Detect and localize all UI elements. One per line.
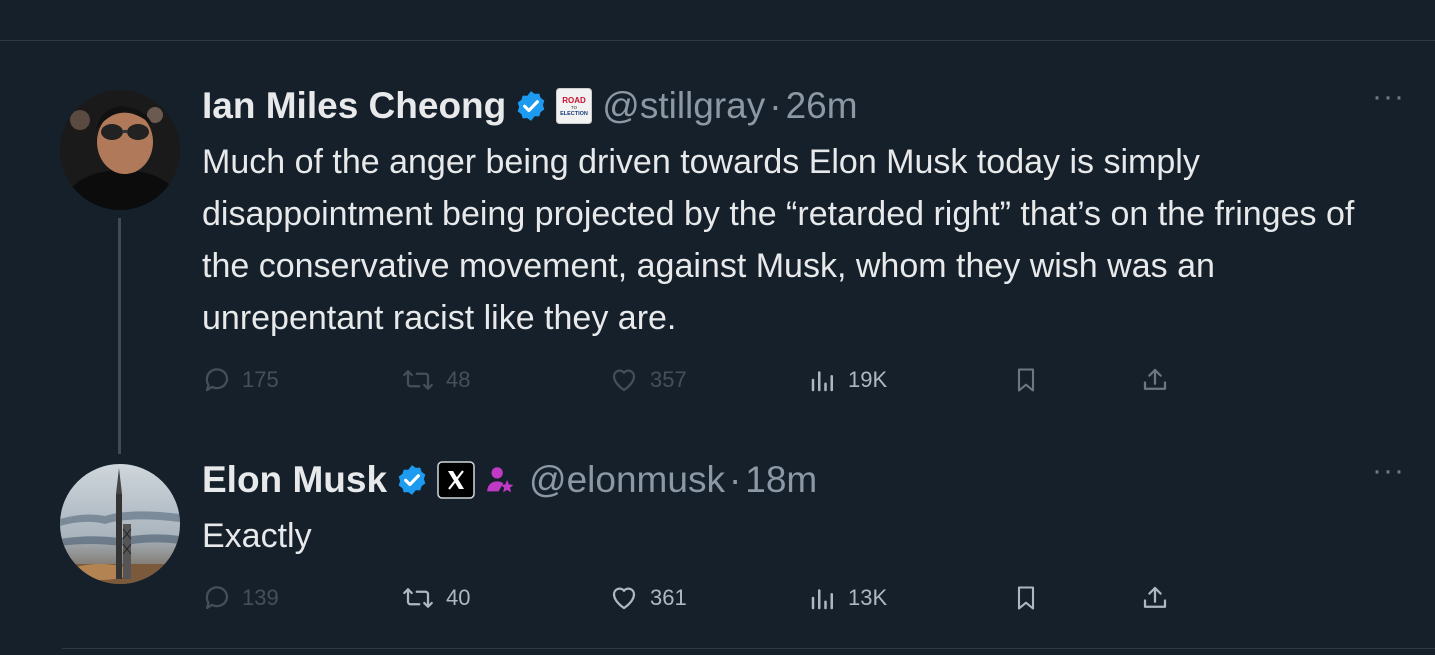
thread-connector-line [118, 218, 121, 454]
affiliate-badge-icon[interactable]: ROAD TO ELECTION [556, 88, 593, 124]
verified-badge-icon[interactable] [395, 463, 429, 497]
repost-icon [403, 370, 433, 390]
share-button[interactable] [1140, 578, 1170, 618]
bookmark-button[interactable] [1012, 360, 1040, 400]
tweet-elon-musk[interactable]: Elon Musk @elonmusk · 18m ··· Exactly [202, 454, 1405, 562]
tweet-header: Elon Musk @elonmusk · 18m ··· [202, 454, 1405, 501]
reply-icon [205, 586, 229, 610]
repost-button[interactable]: 48 [400, 360, 470, 400]
share-icon [1143, 368, 1167, 390]
top-divider [0, 40, 1435, 41]
views-button[interactable]: 13K [808, 578, 887, 618]
views-count: 19K [848, 367, 888, 392]
more-options-icon[interactable]: ··· [1372, 80, 1405, 114]
views-button[interactable]: 19K [808, 360, 887, 400]
heart-icon [612, 587, 636, 610]
tweet-ian-miles-cheong[interactable]: Ian Miles Cheong ROAD TO ELECTION @still… [202, 80, 1405, 344]
bookmark-icon [1017, 368, 1035, 392]
like-button[interactable]: 361 [608, 578, 687, 618]
verified-badge-icon[interactable] [514, 89, 548, 123]
like-count: 361 [650, 585, 687, 610]
avatar-ian-miles-cheong[interactable] [60, 90, 180, 210]
tweet-header: Ian Miles Cheong ROAD TO ELECTION @still… [202, 80, 1405, 127]
reply-icon [205, 368, 229, 392]
tweet-actions: 175 48 357 19K [202, 360, 1182, 400]
repost-count: 40 [446, 585, 471, 610]
repost-button[interactable]: 40 [400, 578, 470, 618]
svg-text:ELECTION: ELECTION [560, 111, 588, 117]
handle[interactable]: @elonmusk [529, 459, 725, 501]
heart-icon [612, 369, 636, 392]
more-options-icon[interactable]: ··· [1372, 454, 1405, 488]
bottom-divider [62, 648, 1435, 649]
timestamp[interactable]: 26m [786, 85, 858, 127]
reply-button[interactable]: 139 [202, 578, 279, 618]
display-name[interactable]: Elon Musk [202, 459, 387, 501]
separator: · [769, 85, 782, 126]
display-name[interactable]: Ian Miles Cheong [202, 85, 506, 127]
timestamp[interactable]: 18m [745, 459, 817, 501]
reply-count: 175 [242, 367, 279, 392]
tweet-actions: 139 40 361 13K [202, 578, 1182, 618]
share-icon [1143, 586, 1167, 608]
tweet-text: Much of the anger being driven towards E… [202, 143, 1355, 337]
views-chart-icon [811, 371, 833, 392]
x-logo-badge-icon[interactable] [437, 461, 475, 499]
svg-text:TO: TO [571, 105, 578, 110]
tweet-text: Exactly [202, 517, 312, 555]
views-chart-icon [811, 589, 833, 610]
repost-icon [403, 588, 433, 608]
separator: · [728, 459, 742, 500]
like-button[interactable]: 357 [608, 360, 687, 400]
like-count: 357 [650, 367, 687, 392]
avatar-elon-musk[interactable] [60, 464, 180, 584]
views-count: 13K [848, 585, 888, 610]
repost-count: 48 [446, 367, 471, 392]
share-button[interactable] [1140, 360, 1170, 400]
person-star-badge-icon[interactable] [483, 463, 517, 497]
bookmark-button[interactable] [1012, 578, 1040, 618]
handle[interactable]: @stillgray [602, 85, 765, 127]
bookmark-icon [1017, 586, 1035, 610]
svg-text:ROAD: ROAD [562, 96, 586, 105]
reply-count: 139 [242, 585, 279, 610]
reply-button[interactable]: 175 [202, 360, 279, 400]
